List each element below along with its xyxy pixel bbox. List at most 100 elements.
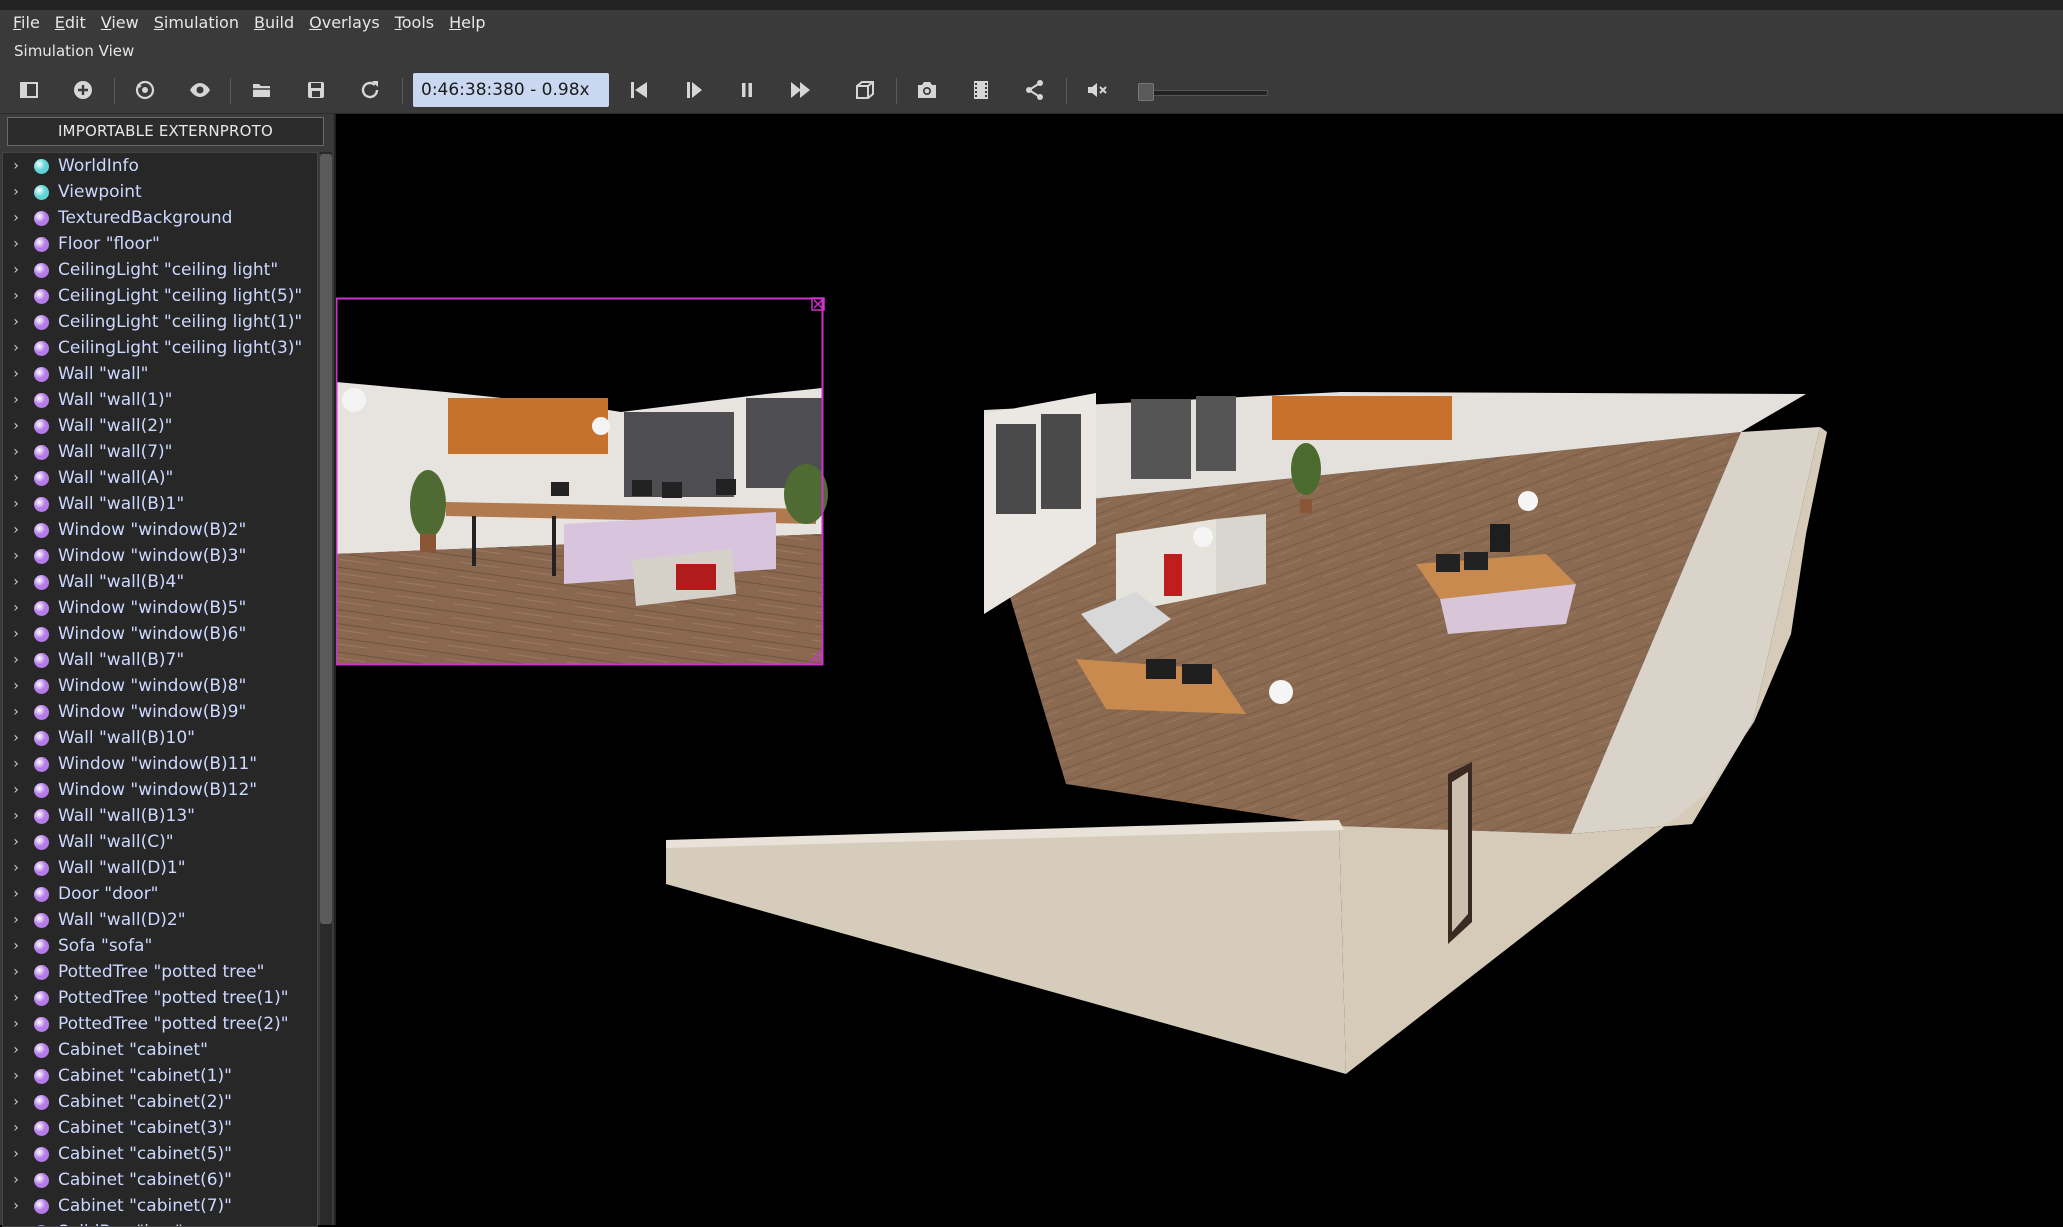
tree-item[interactable]: ›SolidBox "box" [3, 1219, 318, 1227]
scene-tree-scroll-thumb[interactable] [320, 154, 332, 924]
tree-item[interactable]: ›Window "window(B)11" [3, 751, 318, 777]
tree-item[interactable]: ›Cabinet "cabinet" [3, 1037, 318, 1063]
tree-item[interactable]: ›Wall "wall(B)10" [3, 725, 318, 751]
expand-chevron-icon[interactable]: › [7, 1042, 25, 1058]
expand-chevron-icon[interactable]: › [7, 392, 25, 408]
tree-item[interactable]: ›Sofa "sofa" [3, 933, 318, 959]
3d-viewport[interactable] [336, 114, 2063, 1225]
expand-chevron-icon[interactable]: › [7, 262, 25, 278]
expand-chevron-icon[interactable]: › [7, 496, 25, 512]
tree-item[interactable]: ›Wall "wall(B)13" [3, 803, 318, 829]
tree-item[interactable]: ›Wall "wall(C)" [3, 829, 318, 855]
expand-chevron-icon[interactable]: › [7, 1016, 25, 1032]
tree-item[interactable]: ›Wall "wall(2)" [3, 413, 318, 439]
expand-chevron-icon[interactable]: › [7, 938, 25, 954]
reload-world-button[interactable] [353, 75, 387, 105]
expand-chevron-icon[interactable]: › [7, 1172, 25, 1188]
tree-item[interactable]: ›TexturedBackground [3, 205, 318, 231]
tree-item[interactable]: ›Window "window(B)9" [3, 699, 318, 725]
menu-item[interactable]: Simulation [147, 10, 247, 36]
tree-item[interactable]: ›Window "window(B)3" [3, 543, 318, 569]
expand-chevron-icon[interactable]: › [7, 158, 25, 174]
menu-item[interactable]: Build [247, 10, 302, 36]
volume-slider-handle[interactable] [1138, 83, 1154, 101]
tree-item[interactable]: ›Wall "wall(1)" [3, 387, 318, 413]
tree-item[interactable]: ›Cabinet "cabinet(5)" [3, 1141, 318, 1167]
expand-chevron-icon[interactable]: › [7, 288, 25, 304]
tree-item[interactable]: ›Window "window(B)2" [3, 517, 318, 543]
tree-item[interactable]: ›Wall "wall(D)2" [3, 907, 318, 933]
tree-item[interactable]: ›WorldInfo [3, 153, 318, 179]
tree-item[interactable]: ›CeilingLight "ceiling light(5)" [3, 283, 318, 309]
tree-item[interactable]: ›Cabinet "cabinet(7)" [3, 1193, 318, 1219]
camera-overlay[interactable] [336, 298, 828, 665]
menu-item[interactable]: Edit [48, 10, 94, 36]
step-button[interactable] [677, 75, 711, 105]
expand-chevron-icon[interactable]: › [7, 886, 25, 902]
tree-item[interactable]: ›Wall "wall" [3, 361, 318, 387]
expand-chevron-icon[interactable]: › [7, 1146, 25, 1162]
tree-item[interactable]: ›Cabinet "cabinet(3)" [3, 1115, 318, 1141]
add-node-button[interactable] [66, 75, 100, 105]
tree-item[interactable]: ›Wall "wall(7)" [3, 439, 318, 465]
expand-chevron-icon[interactable]: › [7, 912, 25, 928]
expand-chevron-icon[interactable]: › [7, 964, 25, 980]
tree-item[interactable]: ›Cabinet "cabinet(1)" [3, 1063, 318, 1089]
tree-item[interactable]: ›PottedTree "potted tree(2)" [3, 1011, 318, 1037]
fast-forward-button[interactable] [784, 75, 818, 105]
expand-chevron-icon[interactable]: › [7, 600, 25, 616]
visibility-button[interactable] [183, 75, 217, 105]
importable-externproto-button[interactable]: IMPORTABLE EXTERNPROTO [7, 117, 324, 146]
expand-chevron-icon[interactable]: › [7, 782, 25, 798]
expand-chevron-icon[interactable]: › [7, 860, 25, 876]
mute-button[interactable] [1080, 75, 1114, 105]
tree-item[interactable]: ›Door "door" [3, 881, 318, 907]
expand-chevron-icon[interactable]: › [7, 366, 25, 382]
tree-item[interactable]: ›Cabinet "cabinet(6)" [3, 1167, 318, 1193]
tree-item[interactable]: ›Wall "wall(B)4" [3, 569, 318, 595]
expand-chevron-icon[interactable]: › [7, 834, 25, 850]
tree-item[interactable]: ›CeilingLight "ceiling light(3)" [3, 335, 318, 361]
share-button[interactable] [1018, 75, 1052, 105]
tree-item[interactable]: ›Window "window(B)8" [3, 673, 318, 699]
toggle-panel-button[interactable] [12, 75, 46, 105]
tree-item[interactable]: ›Cabinet "cabinet(2)" [3, 1089, 318, 1115]
step-back-button[interactable] [622, 75, 656, 105]
expand-chevron-icon[interactable]: › [7, 652, 25, 668]
tree-item[interactable]: ›Wall "wall(B)7" [3, 647, 318, 673]
volume-slider-track[interactable] [1142, 90, 1268, 96]
tree-item[interactable]: ›Window "window(B)6" [3, 621, 318, 647]
tree-item[interactable]: ›PottedTree "potted tree" [3, 959, 318, 985]
expand-chevron-icon[interactable]: › [7, 1094, 25, 1110]
expand-chevron-icon[interactable]: › [7, 704, 25, 720]
expand-chevron-icon[interactable]: › [7, 418, 25, 434]
tree-item[interactable]: ›CeilingLight "ceiling light" [3, 257, 318, 283]
expand-chevron-icon[interactable]: › [7, 678, 25, 694]
expand-chevron-icon[interactable]: › [7, 730, 25, 746]
menu-item[interactable]: Help [442, 10, 493, 36]
expand-chevron-icon[interactable]: › [7, 1120, 25, 1136]
menu-item[interactable]: Overlays [302, 10, 388, 36]
tree-item[interactable]: ›Wall "wall(D)1" [3, 855, 318, 881]
expand-chevron-icon[interactable]: › [7, 626, 25, 642]
menu-item[interactable]: View [94, 10, 147, 36]
expand-chevron-icon[interactable]: › [7, 522, 25, 538]
tree-item[interactable]: ›Window "window(B)12" [3, 777, 318, 803]
expand-chevron-icon[interactable]: › [7, 444, 25, 460]
rendering-button[interactable] [848, 75, 882, 105]
reset-view-button[interactable] [128, 75, 162, 105]
menu-item[interactable]: Tools [388, 10, 442, 36]
expand-chevron-icon[interactable]: › [7, 314, 25, 330]
tree-item[interactable]: ›PottedTree "potted tree(1)" [3, 985, 318, 1011]
expand-chevron-icon[interactable]: › [7, 340, 25, 356]
expand-chevron-icon[interactable]: › [7, 990, 25, 1006]
expand-chevron-icon[interactable]: › [7, 548, 25, 564]
open-world-button[interactable] [245, 75, 279, 105]
tree-item[interactable]: ›CeilingLight "ceiling light(1)" [3, 309, 318, 335]
tree-item[interactable]: ›Viewpoint [3, 179, 318, 205]
expand-chevron-icon[interactable]: › [7, 210, 25, 226]
expand-chevron-icon[interactable]: › [7, 1198, 25, 1214]
expand-chevron-icon[interactable]: › [7, 470, 25, 486]
pause-button[interactable] [730, 75, 764, 105]
record-movie-button[interactable] [964, 75, 998, 105]
